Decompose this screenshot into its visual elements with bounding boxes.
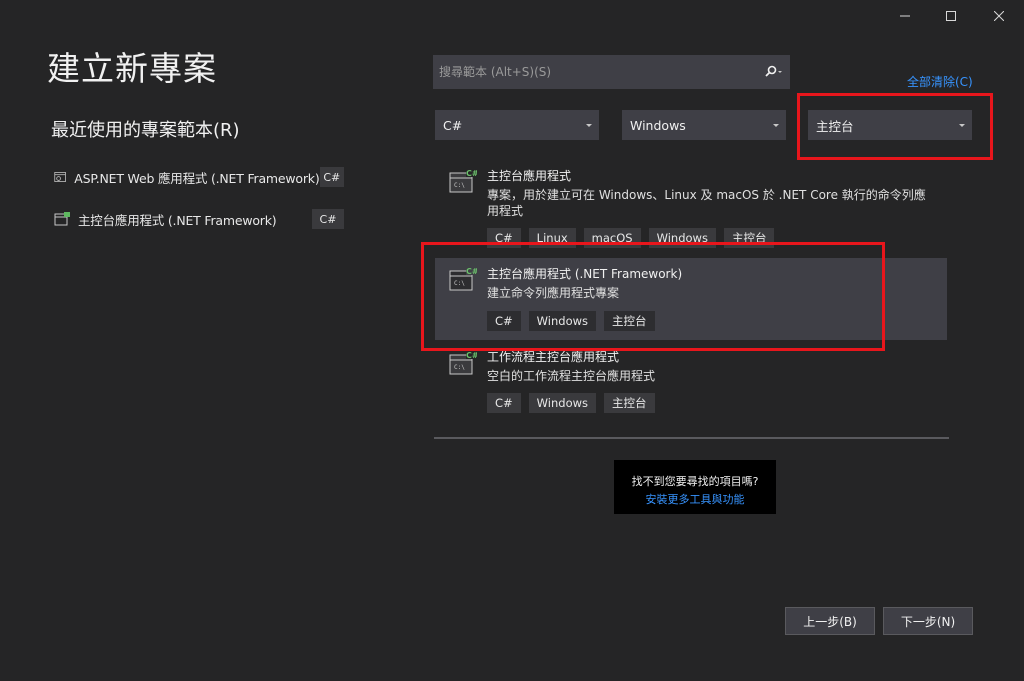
highlight-box-template [421, 242, 885, 351]
recent-item-console-framework[interactable]: 主控台應用程式 (.NET Framework) C# [50, 207, 344, 231]
search-box [433, 55, 790, 89]
language-tag: C# [319, 167, 344, 187]
platform-filter[interactable]: Windows [622, 110, 786, 140]
recent-item-label: ASP.NET Web 應用程式 (.NET Framework) [74, 170, 320, 186]
maximize-button[interactable] [928, 0, 974, 32]
template-description: 專案，用於建立可在 Windows、Linux 及 macOS 於 .NET C… [487, 188, 926, 218]
language-tag: C# [312, 209, 344, 229]
language-filter[interactable]: C# [435, 110, 599, 140]
console-app-icon: C:\ C# [449, 168, 477, 193]
chevron-down-icon [773, 123, 779, 127]
list-divider [434, 437, 949, 439]
search-icon [765, 65, 782, 77]
highlight-box-filter [797, 93, 993, 160]
svg-text:C#: C# [466, 169, 477, 178]
template-description: 空白的工作流程主控台應用程式 [487, 369, 656, 383]
template-console-app[interactable]: C:\ C# 主控台應用程式 專案，用於建立可在 Windows、Linux 及… [435, 160, 947, 250]
close-button[interactable] [976, 0, 1022, 32]
recent-item-aspnet[interactable]: ASP.NET Web 應用程式 (.NET Framework) C# [50, 165, 344, 189]
language-filter-value: C# [443, 117, 463, 133]
page-title: 建立新專案 [47, 49, 217, 88]
minimize-icon [900, 15, 910, 17]
search-input[interactable] [433, 55, 758, 89]
template-tags: C# Windows 主控台 [487, 393, 655, 413]
tag: 主控台 [604, 393, 655, 413]
web-app-icon [54, 172, 66, 182]
tag: Windows [528, 393, 597, 413]
recent-templates-heading: 最近使用的專案範本(R) [51, 120, 240, 141]
template-name: 主控台應用程式 [487, 169, 572, 183]
svg-text:C:\: C:\ [454, 182, 465, 189]
back-button[interactable]: 上一步(B) [785, 607, 875, 635]
clear-all-link[interactable]: 全部清除(C) [907, 73, 973, 90]
platform-filter-value: Windows [630, 117, 686, 133]
chevron-down-icon [586, 123, 592, 127]
install-more-tools-link[interactable]: 安裝更多工具與功能 [614, 491, 776, 507]
search-button[interactable] [758, 55, 790, 89]
maximize-icon [946, 11, 956, 21]
not-found-question: 找不到您要尋找的項目嗎? [631, 475, 759, 488]
not-found-panel: 找不到您要尋找的項目嗎? 安裝更多工具與功能 [614, 460, 776, 514]
console-app-icon: C:\ C# [449, 350, 477, 375]
tag: C# [487, 393, 521, 413]
svg-text:C:\: C:\ [454, 364, 465, 371]
next-button[interactable]: 下一步(N) [883, 607, 973, 635]
svg-text:C#: C# [466, 351, 477, 360]
close-icon [994, 11, 1004, 21]
minimize-button[interactable] [882, 0, 928, 32]
recent-item-label: 主控台應用程式 (.NET Framework) [78, 212, 277, 228]
console-app-icon [54, 212, 70, 226]
template-workflow-console-app[interactable]: C:\ C# 工作流程主控台應用程式 空白的工作流程主控台應用程式 C# Win… [435, 342, 947, 422]
